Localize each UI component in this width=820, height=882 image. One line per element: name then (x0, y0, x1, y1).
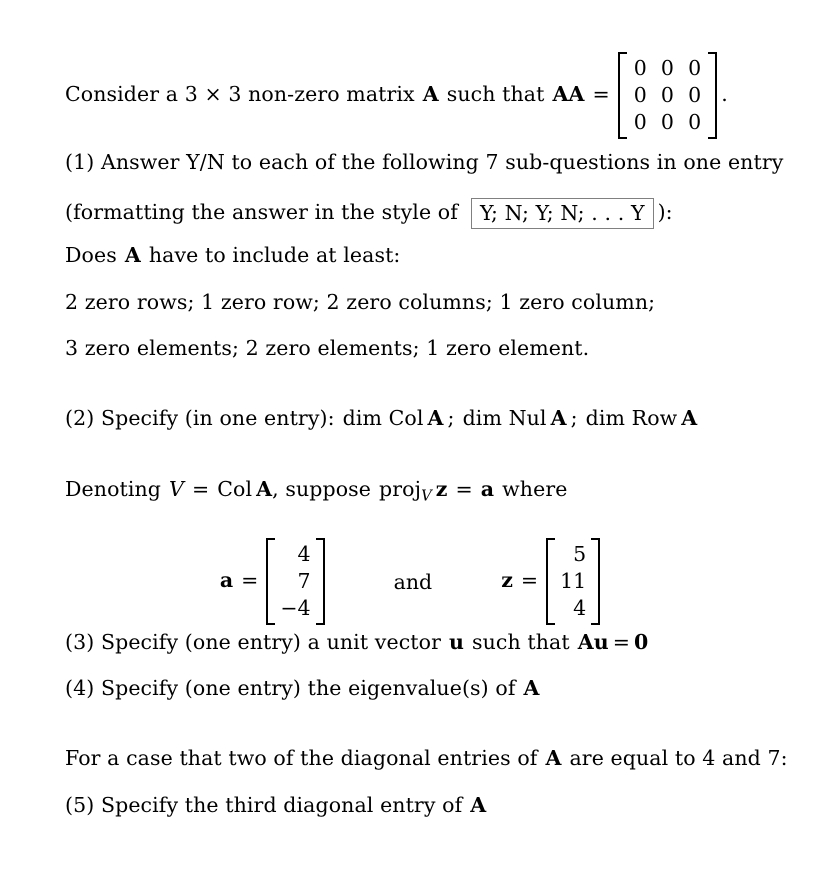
equation-matrix-a: A (577, 630, 594, 654)
case-note: For a case that two of the diagonal entr… (65, 748, 788, 769)
answer-format-example-box: Y; N; Y; N; . . . Y (470, 198, 654, 230)
equation-zero-vector: 0 (634, 630, 649, 654)
zero-matrix: 0 0 0 0 0 0 0 0 0 (617, 52, 718, 140)
prompt-prefix: Does (65, 243, 117, 267)
question-1-prompt: Does Ahave to include at least: (65, 245, 400, 266)
projection-subspace-subscript: V (421, 487, 432, 505)
question-1-format-suffix: ): (657, 200, 673, 225)
vector-z-equals: = (520, 568, 539, 593)
equation-equals: = (612, 630, 631, 654)
question-4-prefix: (4) Specify (one entry) the eigenvalue(s… (65, 676, 516, 700)
question-5-matrix-symbol: A (470, 793, 487, 817)
question-5: (5) Specify the third diagonal entry of A (65, 795, 486, 816)
vector-a-definition: a = 4 7 −4 (219, 538, 325, 626)
vector-a-label: a (219, 568, 234, 593)
zero-matrix-cell: 0 (688, 110, 702, 135)
document-page: Consider a 3 × 3 non-zero matrix Asuch th… (0, 0, 820, 882)
intro-statement: Consider a 3 × 3 non-zero matrix Asuch th… (65, 52, 728, 140)
col-matrix-symbol: A (256, 477, 273, 501)
intro-equals: = (592, 82, 610, 107)
vector-z-matrix: 5 11 4 (546, 538, 601, 626)
vector-a-symbol: a (480, 477, 495, 501)
case-note-matrix-symbol: A (545, 746, 562, 770)
dim-row-operator: dim Row (585, 406, 678, 430)
vector-a-entry: −4 (280, 596, 311, 621)
denoting-where: where (502, 477, 568, 501)
question-4: (4) Specify (one entry) the eigenvalue(s… (65, 678, 540, 699)
denoting-statement: Denoting V = Col A, suppose projV z = a where (65, 479, 567, 504)
question-4-matrix-symbol: A (523, 676, 540, 700)
question-2-separator: ; (570, 406, 578, 430)
zero-matrix-cell: 0 (688, 83, 702, 108)
case-note-prefix: For a case that two of the diagonal entr… (65, 746, 538, 770)
question-5-prefix: (5) Specify the third diagonal entry of (65, 793, 463, 817)
question-2-prefix: (2) Specify (in one entry): (65, 406, 335, 430)
vector-definitions-display: a = 4 7 −4 and z = 5 11 4 (0, 538, 820, 626)
question-3-prefix: (3) Specify (one entry) a unit vector (65, 630, 441, 654)
question-1-format-prefix: (formatting the answer in the style of (65, 200, 458, 225)
vector-a-matrix: 4 7 −4 (266, 538, 325, 626)
question-2: (2) Specify (in one entry): dim Col A; dim … (65, 408, 697, 429)
question-1-line-2: (formatting the answer in the style of Y;… (65, 198, 673, 230)
unit-vector-u-symbol: u (448, 630, 464, 654)
intro-text-middle: such that (446, 82, 545, 107)
vector-a-equals: = (241, 568, 259, 593)
prompt-matrix-symbol: A (124, 243, 141, 267)
question-2-separator: ; (447, 406, 455, 430)
zero-matrix-cell: 0 (660, 56, 675, 80)
denoting-word: Denoting (65, 477, 162, 501)
denoting-equals: = (191, 477, 210, 501)
denoting-comma-suppose: , suppose (272, 477, 372, 501)
intro-text-before: Consider a 3 × 3 non-zero matrix (65, 82, 415, 107)
zero-matrix-cell: 0 (633, 83, 647, 108)
vector-z-symbol: z (435, 477, 448, 501)
vector-z-label: z (501, 568, 513, 593)
zero-matrix-cell: 0 (688, 56, 702, 80)
vector-z-entry: 11 (560, 569, 587, 594)
vector-a-entry: 7 (297, 569, 311, 594)
vector-conjunction: and (393, 569, 433, 594)
case-note-suffix: are equal to 4 and 7: (569, 746, 788, 770)
col-operator: Col (217, 477, 253, 501)
zero-matrix-cell: 0 (660, 83, 675, 108)
subspace-v-symbol: V (169, 477, 184, 501)
question-1-line-1: (1) Answer Y/N to each of the following … (65, 150, 784, 174)
intro-period: . (721, 82, 728, 107)
dim-nul-symbol: A (550, 406, 567, 430)
question-3: (3) Specify (one entry) a unit vector u su… (65, 632, 648, 653)
question-1-subquestions-row-2: 3 zero elements; 2 zero elements; 1 zero… (65, 336, 590, 360)
intro-matrix-symbol: A (422, 82, 439, 107)
projection-equals: = (455, 477, 473, 501)
vector-z-definition: z = 5 11 4 (501, 538, 601, 626)
zero-matrix-cell: 0 (660, 110, 675, 135)
dim-row-symbol: A (681, 406, 698, 430)
vector-a-entry: 4 (297, 542, 311, 566)
zero-matrix-cell: 0 (633, 110, 647, 135)
dim-nul-operator: dim Nul (462, 406, 547, 430)
vector-z-entry: 5 (573, 542, 587, 566)
equation-vector-u: u (593, 630, 609, 654)
intro-product-label: AA (552, 82, 585, 107)
dim-col-symbol: A (427, 406, 444, 430)
prompt-suffix: have to include at least: (148, 243, 401, 267)
dim-col-operator: dim Col (342, 406, 424, 430)
vector-z-entry: 4 (573, 596, 587, 621)
question-1-subquestions-row-1: 2 zero rows; 1 zero row; 2 zero columns;… (65, 290, 656, 314)
projection-operator: proj (379, 477, 422, 501)
zero-matrix-cell: 0 (633, 56, 647, 80)
question-3-middle: such that (471, 630, 570, 654)
